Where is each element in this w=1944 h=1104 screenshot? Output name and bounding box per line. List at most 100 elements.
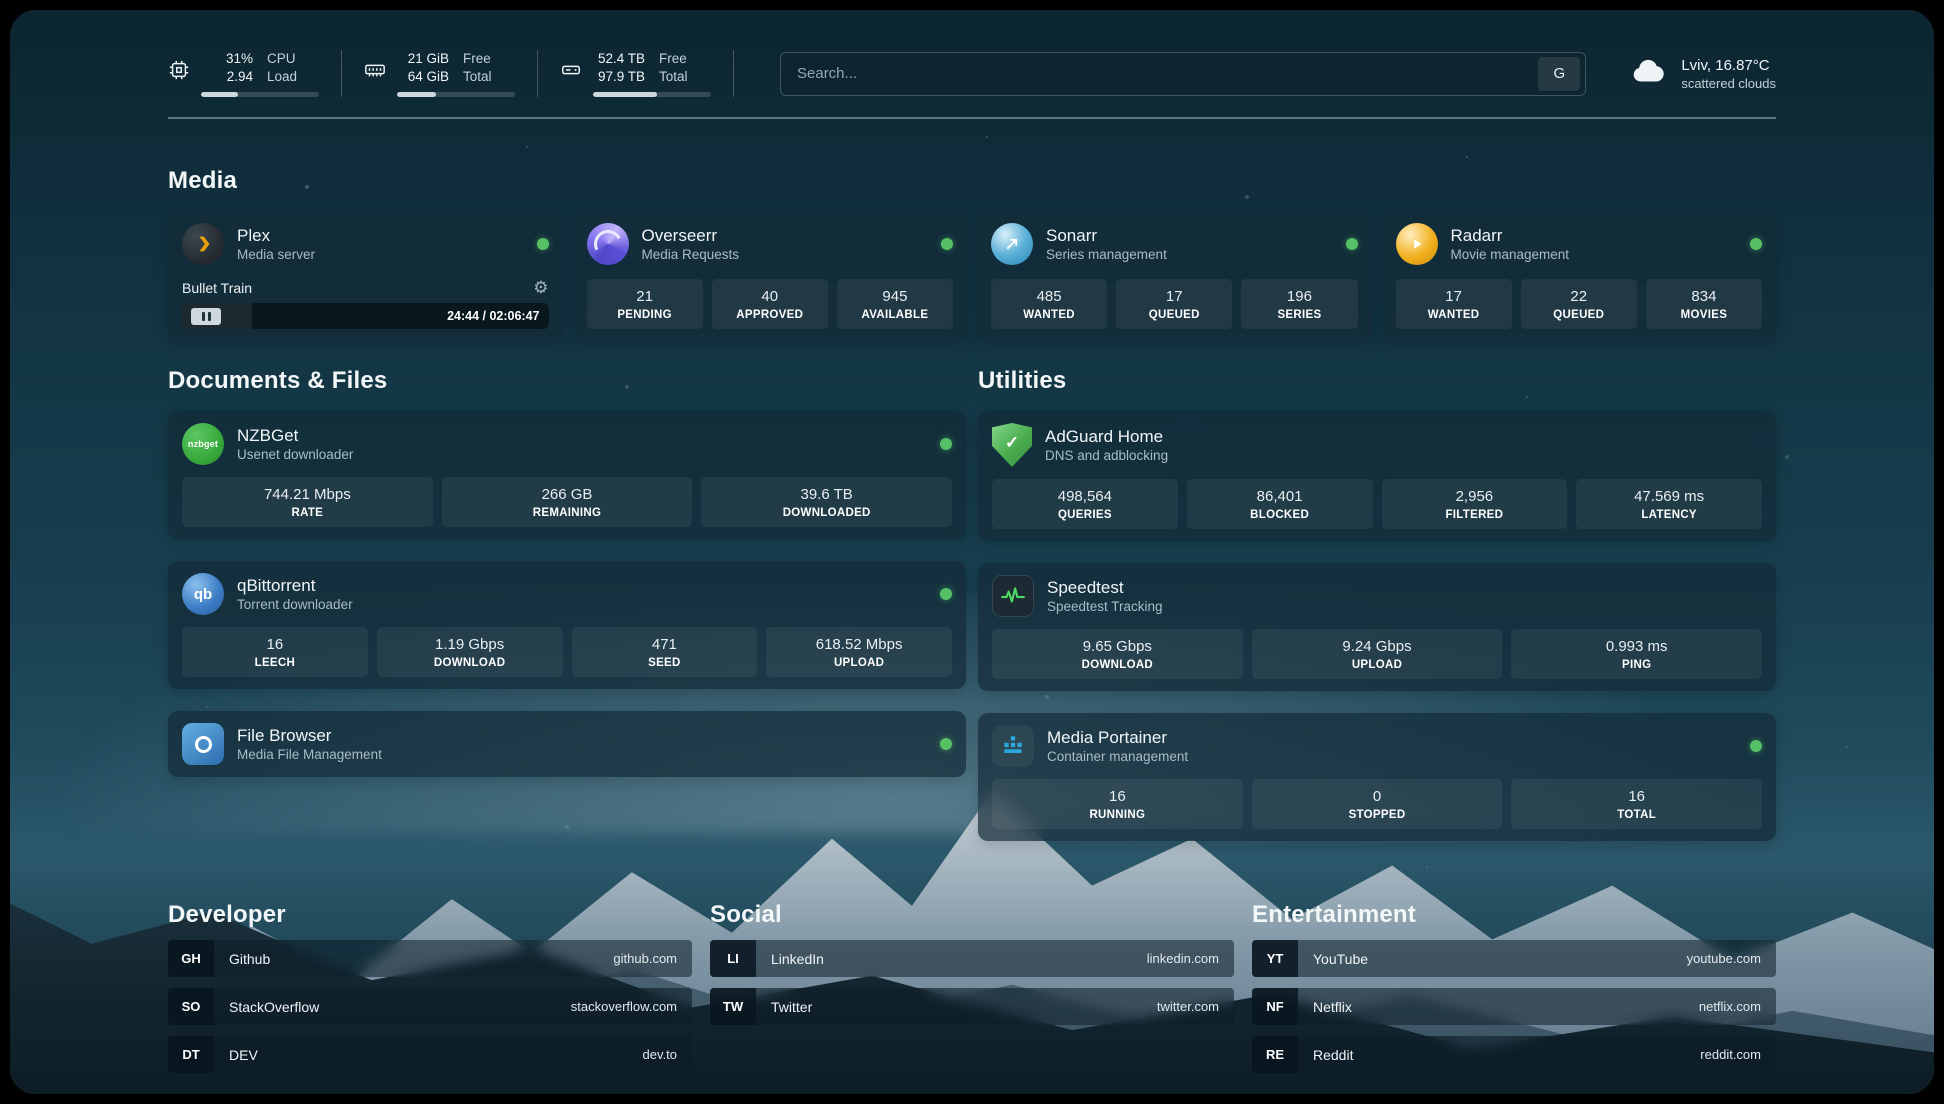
bookmark-name: YouTube (1313, 951, 1368, 967)
app-subtitle: Torrent downloader (237, 598, 353, 612)
playback-progress-bar[interactable]: 24:44 / 02:06:47 (182, 303, 549, 329)
bookmark-youtube[interactable]: YT YouTube youtube.com (1252, 940, 1776, 977)
app-name: Media Portainer (1047, 729, 1188, 746)
disk-free-value: 52.4 TB (593, 50, 645, 68)
app-card-filebrowser[interactable]: File Browser Media File Management (168, 711, 966, 777)
app-name: AdGuard Home (1045, 428, 1168, 445)
section-title-utilities: Utilities (978, 367, 1776, 395)
cpu-usage-value: 31% (201, 50, 253, 68)
bookmark-group-social: Social LI LinkedIn linkedin.com TW Twitt… (710, 901, 1234, 1025)
dashboard-window: 31% CPU 2.94 Load (10, 10, 1934, 1094)
bookmark-group-developer: Developer GH Github github.com SO StackO… (168, 901, 692, 1073)
app-card-radarr[interactable]: Radarr Movie management 17WANTED 22QUEUE… (1382, 211, 1777, 341)
bookmark-dev[interactable]: DT DEV dev.to (168, 1036, 692, 1073)
bookmark-url: linkedin.com (1147, 951, 1219, 966)
bookmark-name: LinkedIn (771, 951, 824, 967)
stat-queued: 17QUEUED (1116, 279, 1232, 329)
stat-available: 945AVAILABLE (837, 279, 953, 329)
app-name: NZBGet (237, 427, 353, 444)
linkedin-abbr-icon: LI (710, 940, 756, 977)
app-name: Sonarr (1046, 227, 1167, 244)
twitter-abbr-icon: TW (710, 988, 756, 1025)
bookmark-reddit[interactable]: RE Reddit reddit.com (1252, 1036, 1776, 1073)
cloud-icon (1630, 52, 1668, 95)
github-abbr-icon: GH (168, 940, 214, 977)
plex-icon (182, 223, 224, 265)
search-input[interactable] (781, 53, 1538, 95)
bookmark-group-entertainment: Entertainment YT YouTube youtube.com NF … (1252, 901, 1776, 1073)
stat-stopped: 0STOPPED (1252, 779, 1503, 829)
bookmark-netflix[interactable]: NF Netflix netflix.com (1252, 988, 1776, 1025)
bookmark-name: Reddit (1313, 1047, 1353, 1063)
portainer-icon (992, 725, 1034, 767)
app-subtitle: Media server (237, 248, 315, 262)
stat-download: 1.19 GbpsDOWNLOAD (377, 627, 563, 677)
app-subtitle: Movie management (1451, 248, 1570, 262)
weather-widget: Lviv, 16.87°C scattered clouds (1630, 52, 1776, 95)
app-subtitle: Speedtest Tracking (1047, 600, 1163, 614)
utilities-column: Utilities ✓ AdGuard Home DNS and adblock… (978, 341, 1776, 863)
system-metrics: 31% CPU 2.94 Load (168, 50, 756, 97)
app-subtitle: Media File Management (237, 748, 382, 762)
section-title-media: Media (168, 167, 1776, 195)
stat-leech: 16LEECH (182, 627, 368, 677)
bookmark-url: netflix.com (1699, 999, 1761, 1014)
app-card-portainer[interactable]: Media Portainer Container management 16R… (978, 713, 1776, 841)
gear-icon[interactable]: ⚙ (533, 279, 548, 296)
status-dot (941, 238, 953, 250)
status-dot (940, 588, 952, 600)
bookmark-url: dev.to (643, 1047, 677, 1062)
cpu-usage-bar (201, 92, 319, 97)
disk-metric: 52.4 TB Free 97.9 TB Total (560, 50, 734, 97)
bookmark-github[interactable]: GH Github github.com (168, 940, 692, 977)
playback-time: 24:44 / 02:06:47 (447, 309, 539, 323)
weather-condition: scattered clouds (1681, 76, 1776, 91)
bookmark-url: reddit.com (1700, 1047, 1761, 1062)
pause-button[interactable] (191, 308, 221, 325)
filebrowser-icon (182, 723, 224, 765)
bookmark-url: stackoverflow.com (571, 999, 677, 1014)
stat-ping: 0.993 msPING (1511, 629, 1762, 679)
memory-icon (364, 59, 386, 97)
status-dot (1750, 238, 1762, 250)
stat-total: 16TOTAL (1511, 779, 1762, 829)
bookmark-stackoverflow[interactable]: SO StackOverflow stackoverflow.com (168, 988, 692, 1025)
weather-location: Lviv, 16.87°C (1681, 57, 1776, 74)
app-card-overseerr[interactable]: Overseerr Media Requests 21PENDING 40APP… (573, 211, 968, 341)
section-title-social: Social (710, 901, 1234, 929)
memory-usage-bar (397, 92, 515, 97)
app-name: File Browser (237, 727, 382, 744)
bookmark-twitter[interactable]: TW Twitter twitter.com (710, 988, 1234, 1025)
disk-usage-bar (593, 92, 711, 97)
qbittorrent-icon: qb (182, 573, 224, 615)
header-divider (168, 117, 1776, 119)
stat-queries: 498,564QUERIES (992, 479, 1178, 529)
stat-upload: 9.24 GbpsUPLOAD (1252, 629, 1503, 679)
stat-approved: 40APPROVED (712, 279, 828, 329)
bookmark-linkedin[interactable]: LI LinkedIn linkedin.com (710, 940, 1234, 977)
dev-abbr-icon: DT (168, 1036, 214, 1073)
top-bar: 31% CPU 2.94 Load (168, 50, 1776, 97)
app-card-sonarr[interactable]: Sonarr Series management 485WANTED 17QUE… (977, 211, 1372, 341)
cpu-usage-label: CPU (267, 50, 296, 68)
stat-upload: 618.52 MbpsUPLOAD (766, 627, 952, 677)
app-card-qbittorrent[interactable]: qb qBittorrent Torrent downloader 16LEEC… (168, 561, 966, 689)
search-engine-button[interactable]: G (1538, 57, 1580, 91)
status-dot (1346, 238, 1358, 250)
bookmark-name: Github (229, 951, 270, 967)
status-dot (537, 238, 549, 250)
plex-now-playing-widget: Bullet Train ⚙ 24:44 / 02:06:47 (182, 277, 549, 329)
cpu-load-value: 2.94 (201, 68, 253, 86)
search-bar[interactable]: G (780, 52, 1586, 96)
reddit-abbr-icon: RE (1252, 1036, 1298, 1073)
app-subtitle: Container management (1047, 750, 1188, 764)
app-card-speedtest[interactable]: Speedtest Speedtest Tracking 9.65 GbpsDO… (978, 563, 1776, 691)
app-card-nzbget[interactable]: nzbget NZBGet Usenet downloader 744.21 M… (168, 411, 966, 539)
cpu-load-label: Load (267, 68, 297, 86)
overseerr-icon (587, 223, 629, 265)
stackoverflow-abbr-icon: SO (168, 988, 214, 1025)
app-card-plex[interactable]: Plex Media server Bullet Train ⚙ (168, 211, 563, 341)
adguard-shield-icon: ✓ (992, 423, 1032, 467)
bookmark-name: Twitter (771, 999, 812, 1015)
app-card-adguard[interactable]: ✓ AdGuard Home DNS and adblocking 498,56… (978, 411, 1776, 541)
